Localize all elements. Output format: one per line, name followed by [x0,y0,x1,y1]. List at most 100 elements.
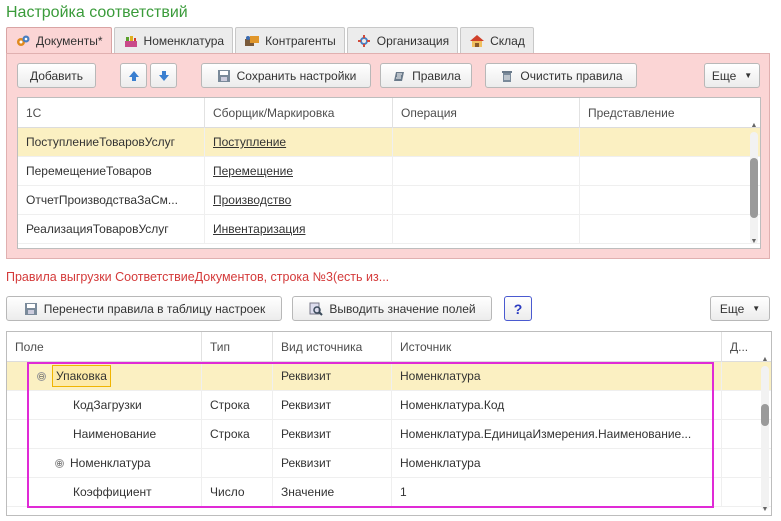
kind-cell: Реквизит [273,449,392,478]
tab-label: Организация [376,33,450,48]
operation-link[interactable]: Производство [213,193,291,207]
table-cell [580,186,738,215]
kind-cell: Реквизит [273,420,392,449]
table-cell-link[interactable]: Поступление [205,128,393,157]
type-cell: Строка [202,420,273,449]
scroll-down-icon[interactable]: ▼ [750,238,758,246]
table-row[interactable]: ОтчетПроизводстваЗаСм... Производство [18,186,760,215]
move-down-button[interactable] [150,63,177,88]
table-cell [580,128,738,157]
more-label: Еще [711,68,737,83]
rules-button[interactable]: Правила [380,63,472,88]
nomenclature-icon [123,33,139,49]
source-cell: Номенклатура [392,362,722,391]
tab-label: Документы* [36,34,103,48]
warehouse-icon [469,33,485,49]
type-cell: Строка [202,391,273,420]
clear-rules-label: Очистить правила [520,68,623,83]
documents-icon [15,33,31,49]
help-button[interactable]: ? [504,296,532,321]
transfer-rules-button[interactable]: Перенести правила в таблицу настроек [6,296,282,321]
table-cell: ПоступлениеТоваровУслуг [18,128,205,157]
table-cell: ПеремещениеТоваров [18,157,205,186]
operation-link[interactable]: Поступление [213,135,286,149]
table-cell-link[interactable]: Производство [205,186,393,215]
show-values-button[interactable]: Выводить значение полей [292,296,492,321]
column-header[interactable]: Представление [580,98,750,128]
table-header: 1С Сборщик/Маркировка Операция Представл… [18,98,760,128]
help-icon: ? [513,300,523,317]
type-cell [202,362,273,391]
add-button-label: Добавить [29,68,84,83]
scrollbar[interactable] [750,132,758,244]
source-cell: Номенклатура.ЕдиницаИзмерения.Наименован… [392,420,722,449]
scrollbar[interactable] [761,366,769,510]
scroll-up-icon[interactable]: ▲ [750,122,758,130]
clear-rules-button[interactable]: Очистить правила [485,63,637,88]
show-values-label: Выводить значение полей [329,301,476,316]
chevron-down-icon: ▼ [744,71,753,80]
save-icon [216,68,232,84]
transfer-rules-label: Перенести правила в таблицу настроек [43,301,266,316]
table-cell-link[interactable]: Перемещение [205,157,393,186]
more-button[interactable]: Еще ▼ [704,63,760,88]
table-row[interactable]: КодЗагрузки Строка Реквизит Номенклатура… [7,391,771,420]
table-row[interactable]: ⊖ Упаковка Реквизит Номенклатура [7,362,771,391]
magnifier-icon [308,301,324,317]
field-cell: КодЗагрузки [7,391,202,420]
table-row[interactable]: Наименование Строка Реквизит Номенклатур… [7,420,771,449]
operation-link[interactable]: Перемещение [213,164,293,178]
field-name: Упаковка [52,365,111,387]
tab-nomenclature[interactable]: Номенклатура [113,27,234,53]
scroll-up-icon[interactable]: ▲ [761,356,769,364]
tab-organization[interactable]: Организация [346,27,459,53]
table-cell [580,157,738,186]
table-row[interactable]: ⊕ Номенклатура Реквизит Номенклатура [7,449,771,478]
source-cell: Номенклатура [392,449,722,478]
extra-cell [722,391,757,420]
tab-label: Склад [490,33,525,48]
save-settings-label: Сохранить настройки [236,68,357,83]
scrollbar-thumb[interactable] [761,404,769,426]
column-header[interactable]: Тип [202,332,273,362]
tab-documents[interactable]: Документы* [6,27,112,54]
scroll-down-icon[interactable]: ▼ [761,506,769,514]
scrollbar-thumb[interactable] [750,158,758,218]
table-cell [393,128,580,157]
collapse-icon[interactable]: ⊖ [37,372,46,382]
expand-icon[interactable]: ⊕ [55,459,64,469]
extra-cell [722,478,757,507]
table-cell [393,157,580,186]
column-header[interactable]: Поле [7,332,202,362]
kind-cell: Значение [273,478,392,507]
table-cell [393,215,580,244]
add-button[interactable]: Добавить [17,63,96,88]
field-cell: Наименование [7,420,202,449]
table-row[interactable]: Коэффициент Число Значение 1 [7,478,771,507]
type-cell: Число [202,478,273,507]
table-cell: ОтчетПроизводстваЗаСм... [18,186,205,215]
save-settings-button[interactable]: Сохранить настройки [201,63,371,88]
column-header[interactable]: Сборщик/Маркировка [205,98,393,128]
documents-panel: Добавить Сохранить настройки Правила Очи… [6,53,770,259]
arrow-up-icon [126,68,142,84]
documents-table: 1С Сборщик/Маркировка Операция Представл… [17,97,761,249]
move-up-button[interactable] [120,63,147,88]
chevron-down-icon: ▼ [752,304,761,313]
column-header[interactable]: Д... [722,332,757,362]
operation-link[interactable]: Инвентаризация [213,222,305,236]
column-header[interactable]: Источник [392,332,722,362]
arrow-down-icon [156,68,172,84]
tab-counterparties[interactable]: Контрагенты [235,27,345,53]
table-cell-link[interactable]: Инвентаризация [205,215,393,244]
column-header[interactable]: Операция [393,98,580,128]
column-header[interactable]: Вид источника [273,332,392,362]
more-button[interactable]: Еще ▼ [710,296,770,321]
field-name: Номенклатура [70,456,151,470]
table-row[interactable]: ПеремещениеТоваров Перемещение [18,157,760,186]
table-row[interactable]: РеализацияТоваровУслуг Инвентаризация [18,215,760,244]
extra-cell [722,449,757,478]
column-header[interactable]: 1С [18,98,205,128]
tab-warehouse[interactable]: Склад [460,27,534,53]
table-row[interactable]: ПоступлениеТоваровУслуг Поступление [18,128,760,157]
